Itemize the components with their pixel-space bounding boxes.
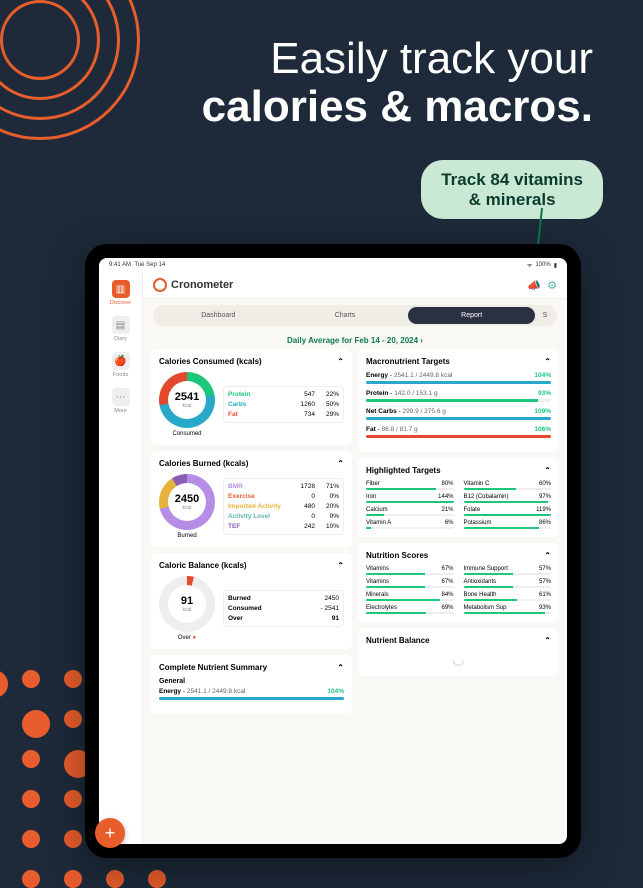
callout-pill: Track 84 vitamins & minerals [421,160,603,219]
sidebar-item-label: Discover [110,300,131,306]
balance-row: Over91 [228,615,339,622]
target-row: Net Carbs - 299.9 / 275.6 g109% [366,408,551,420]
collapse-icon[interactable]: ⌃ [337,357,344,366]
more-icon: ⋯ [112,388,130,406]
foods-icon: 🍎 [112,352,130,370]
sidebar-item-label: More [114,408,127,414]
tab-report[interactable]: Report [408,307,535,324]
highlight-item: Calcium21% [366,507,454,516]
sidebar-item-more[interactable]: ⋯ More [112,388,130,414]
card-nutrient-balance: Nutrient Balance⌃ ◡ [358,628,559,676]
highlight-item: Potassium86% [464,520,552,529]
highlight-item: Fiber80% [366,481,454,490]
tabs: Dashboard Charts Report S [153,305,557,326]
collapse-icon[interactable]: ⌃ [337,561,344,570]
discover-icon: ▥ [112,280,130,298]
sidebar-item-label: Foods [113,372,128,378]
score-item: Immune Support57% [464,566,552,575]
sidebar-item-diary[interactable]: ▤ Diary [112,316,130,342]
highlight-item: Vitamin A6% [366,520,454,529]
tab-dashboard[interactable]: Dashboard [155,307,282,324]
announce-icon[interactable]: 📣 [527,279,541,292]
balance-row: Consumed- 2541 [228,605,339,612]
balance-row: Burned2450 [228,595,339,602]
collapse-icon[interactable]: ⌃ [337,459,344,468]
burned-row: Activity Level00% [228,513,339,520]
collapse-icon[interactable]: ⌃ [544,357,551,366]
sidebar: ▥ Discover ▤ Diary 🍎 Foods ⋯ More [99,272,143,844]
burned-donut: 2450 kcal [159,474,215,530]
settings-icon[interactable]: ⚙ [547,279,557,292]
card-nutrient-summary: Complete Nutrient Summary⌃ General Energ… [151,655,352,714]
date-range-selector[interactable]: Daily Average for Feb 14 - 20, 2024 › [143,332,567,349]
consumed-donut: 2541 kcal [159,372,215,428]
score-item: Vitamins67% [366,579,454,588]
collapse-icon[interactable]: ⌃ [337,663,344,672]
macro-row: Carbs126050% [228,401,339,408]
sidebar-item-discover[interactable]: ▥ Discover [110,280,131,306]
card-caloric-balance: Caloric Balance (kcals)⌃ 91 kcal Over ● [151,553,352,649]
balance-donut: 91 kcal [159,576,215,632]
score-item: Metabolism Sup93% [464,605,552,614]
promo-headline: Easily track your calories & macros. [202,35,593,130]
target-row: Protein - 142.0 / 153.1 g93% [366,390,551,402]
wifi-icon: ᯤ [527,261,532,269]
card-calories-consumed: Calories Consumed (kcals)⌃ 2541 kcal Con… [151,349,352,445]
card-calories-burned: Calories Burned (kcals)⌃ 2450 kcal Burne… [151,451,352,547]
highlight-item: Folate119% [464,507,552,516]
score-item: Minerals84% [366,592,454,601]
highlight-item: Iron144% [366,494,454,503]
brand: Cronometer [153,278,233,292]
statusbar: 9:41 AM Tue Sep 14 ᯤ 100% ▮ [99,258,567,272]
macro-row: Fat73429% [228,411,339,418]
battery-icon: ▮ [554,262,557,269]
macro-row: Protein54722% [228,391,339,398]
tab-charts[interactable]: Charts [282,307,409,324]
score-item: Electrolytes69% [366,605,454,614]
burned-row: BMR172871% [228,483,339,490]
collapse-icon[interactable]: ⌃ [544,551,551,560]
app-header: Cronometer 📣 ⚙ [143,272,567,299]
score-item: Bone Health61% [464,592,552,601]
diary-icon: ▤ [112,316,130,334]
score-item: Vitamins67% [366,566,454,575]
highlight-item: Vitamin C60% [464,481,552,490]
tablet-frame: 9:41 AM Tue Sep 14 ᯤ 100% ▮ ▥ Discover ▤… [85,244,581,858]
burned-row: Exercise00% [228,493,339,500]
target-row: Fat - 86.8 / 81.7 g106% [366,426,551,438]
collapse-icon[interactable]: ⌃ [544,636,551,645]
burned-row: TEF24210% [228,523,339,530]
score-item: Antioxidants57% [464,579,552,588]
highlight-item: B12 (Cobalamin)97% [464,494,552,503]
card-macro-targets: Macronutrient Targets⌃ Energy - 2541.1 /… [358,349,559,452]
burned-row: Imported Activity48020% [228,503,339,510]
sidebar-item-foods[interactable]: 🍎 Foods [112,352,130,378]
target-row: Energy - 2541.1 / 2449.8 kcal104% [366,372,551,384]
collapse-icon[interactable]: ⌃ [544,466,551,475]
card-nutrition-scores: Nutrition Scores⌃ Vitamins67%Immune Supp… [358,543,559,622]
tab-more[interactable]: S [535,307,555,324]
card-highlighted-targets: Highlighted Targets⌃ Fiber80%Vitamin C60… [358,458,559,537]
brand-icon [153,278,167,292]
sidebar-item-label: Diary [114,336,127,342]
